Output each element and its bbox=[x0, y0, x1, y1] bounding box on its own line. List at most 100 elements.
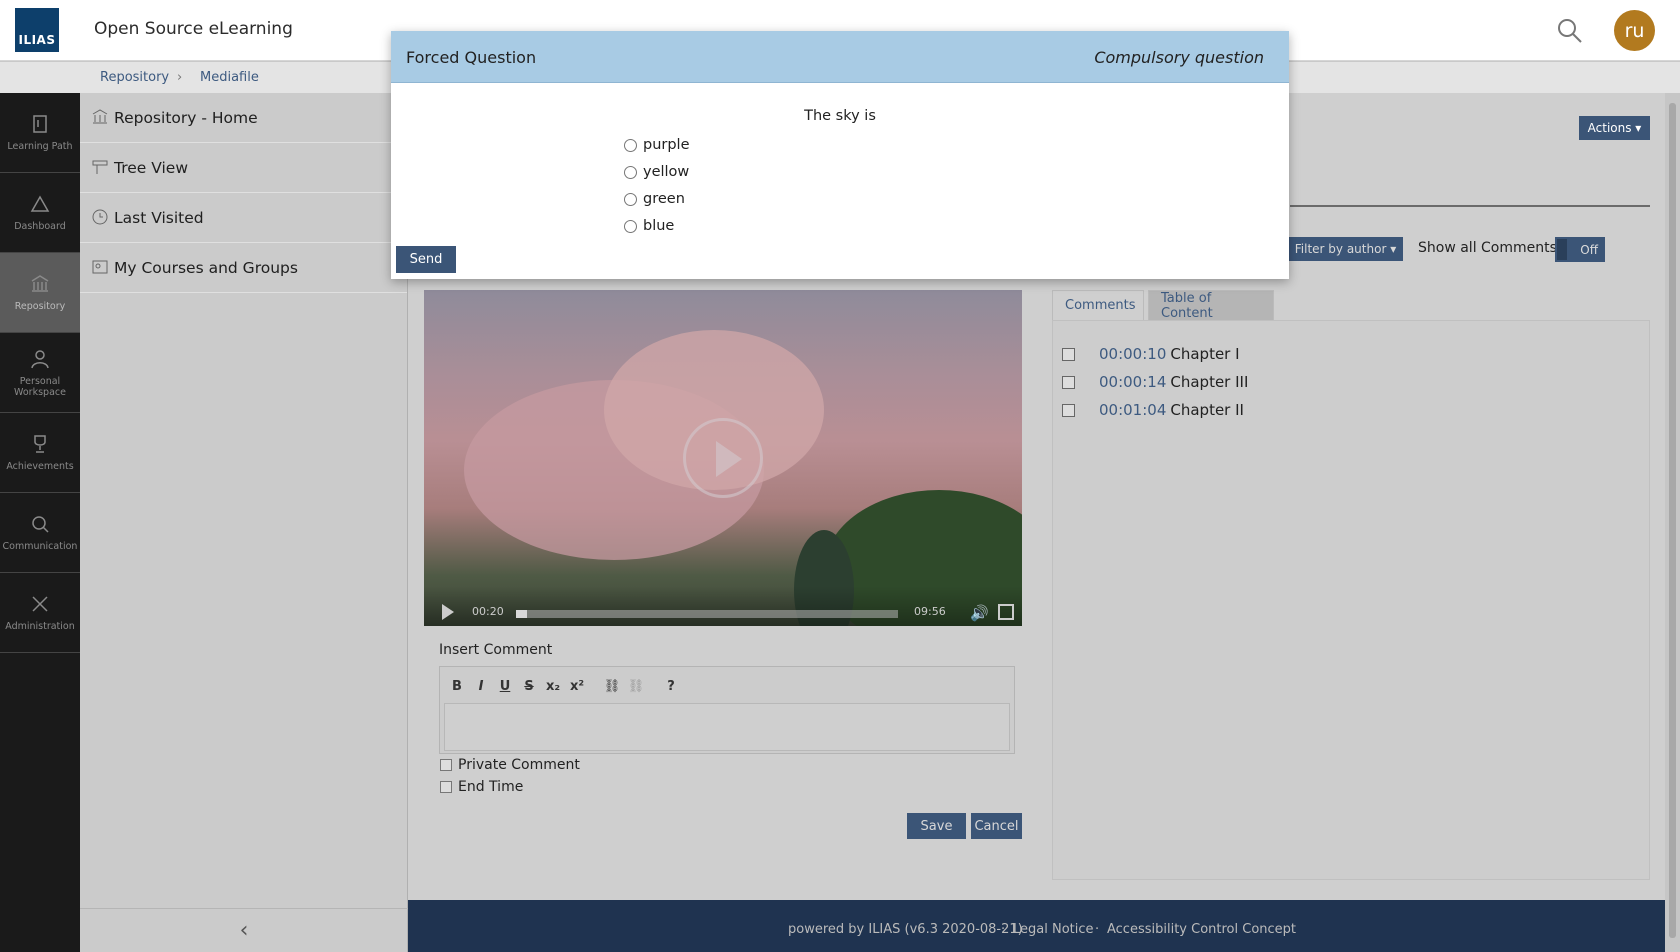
video-progress-bar[interactable] bbox=[516, 610, 898, 618]
dashboard-icon bbox=[30, 195, 50, 212]
footer-separator: · bbox=[1001, 922, 1006, 937]
radio-button[interactable] bbox=[624, 192, 637, 206]
toc-checkbox[interactable] bbox=[1062, 403, 1075, 417]
toc-time[interactable]: 00:00:14 bbox=[1099, 373, 1166, 391]
superscript-button[interactable]: x² bbox=[568, 673, 586, 699]
tab-underline bbox=[1290, 205, 1650, 207]
bold-button[interactable]: B bbox=[448, 673, 466, 699]
legal-notice-link[interactable]: Legal Notice bbox=[1013, 922, 1094, 937]
mainbar-label: Workspace bbox=[14, 386, 66, 398]
tree-icon bbox=[92, 160, 108, 174]
toc-checkbox[interactable] bbox=[1062, 375, 1075, 389]
radio-button[interactable] bbox=[624, 138, 637, 152]
search-icon[interactable] bbox=[1557, 18, 1583, 44]
end-time-checkbox[interactable] bbox=[440, 781, 452, 793]
filter-by-author-button[interactable]: Filter by author ▾ bbox=[1288, 237, 1403, 261]
collapse-slate-button[interactable]: ‹ bbox=[80, 908, 408, 952]
actions-dropdown[interactable]: Actions ▾ bbox=[1579, 116, 1650, 140]
save-button[interactable]: Save bbox=[907, 813, 966, 839]
repository-icon bbox=[92, 109, 108, 124]
duration: 09:56 bbox=[914, 605, 946, 618]
main-bar: Learning Path Dashboard Repository Perso… bbox=[0, 93, 80, 952]
toggle-label: Off bbox=[1580, 242, 1598, 257]
comment-textarea[interactable] bbox=[444, 703, 1010, 751]
tab-table-of-content[interactable]: Table of Content bbox=[1148, 290, 1274, 321]
strikethrough-button[interactable]: S bbox=[520, 673, 538, 699]
answer-label: green bbox=[643, 191, 685, 207]
answer-option-blue[interactable]: blue bbox=[624, 218, 674, 234]
toc-time[interactable]: 00:00:10 bbox=[1099, 345, 1166, 363]
repository-icon bbox=[31, 275, 49, 292]
slate-item-label: Last Visited bbox=[114, 208, 204, 227]
toc-checkbox[interactable] bbox=[1062, 347, 1075, 361]
cancel-button[interactable]: Cancel bbox=[971, 813, 1022, 839]
mainbar-label: Administration bbox=[5, 621, 75, 632]
answer-option-purple[interactable]: purple bbox=[624, 137, 690, 153]
slate-item-last-visited[interactable]: Last Visited › bbox=[80, 193, 407, 243]
mainbar-communication[interactable]: Communication bbox=[0, 493, 80, 573]
radio-button[interactable] bbox=[624, 165, 637, 179]
answer-option-green[interactable]: green bbox=[624, 191, 685, 207]
subscript-button[interactable]: x₂ bbox=[544, 673, 562, 699]
question-text: The sky is bbox=[804, 108, 876, 124]
app-title: Open Source eLearning bbox=[94, 19, 293, 39]
user-avatar[interactable]: ru bbox=[1614, 10, 1655, 51]
mainbar-dashboard[interactable]: Dashboard bbox=[0, 173, 80, 253]
toc-item[interactable]: 00:00:10 Chapter I bbox=[1062, 345, 1240, 363]
toc-title: Chapter I bbox=[1170, 345, 1240, 363]
answer-label: yellow bbox=[643, 164, 690, 180]
slate-item-my-courses[interactable]: My Courses and Groups bbox=[80, 243, 407, 293]
show-all-comments-toggle[interactable]: Off bbox=[1555, 237, 1605, 262]
accessibility-link[interactable]: Accessibility Control Concept bbox=[1107, 922, 1296, 937]
italic-button[interactable]: I bbox=[472, 673, 490, 699]
big-play-icon[interactable] bbox=[683, 418, 763, 498]
help-button[interactable]: ? bbox=[662, 673, 680, 699]
underline-button[interactable]: U bbox=[496, 673, 514, 699]
private-comment-checkbox[interactable] bbox=[440, 759, 452, 771]
repository-slate: Repository - Home Tree View › Last Visit… bbox=[80, 93, 408, 952]
volume-icon[interactable]: 🔊 bbox=[970, 604, 989, 622]
tab-comments[interactable]: Comments bbox=[1052, 290, 1144, 320]
play-icon[interactable] bbox=[442, 604, 454, 620]
modal-subtitle: Compulsory question bbox=[1094, 48, 1264, 67]
send-button[interactable]: Send bbox=[396, 246, 456, 273]
toc-time[interactable]: 00:01:04 bbox=[1099, 401, 1166, 419]
slate-item-tree-view[interactable]: Tree View › bbox=[80, 143, 407, 193]
modal-title: Forced Question bbox=[406, 48, 537, 67]
radio-button[interactable] bbox=[624, 219, 637, 233]
answer-label: blue bbox=[643, 218, 675, 234]
fullscreen-icon[interactable] bbox=[998, 604, 1014, 620]
breadcrumb-mediafile[interactable]: Mediafile bbox=[200, 70, 259, 85]
forced-question-modal: Forced Question Compulsory question The … bbox=[391, 31, 1289, 279]
comment-editor: B I U S x₂ x² ⛓ ⛓ ? bbox=[439, 666, 1015, 754]
private-comment-row[interactable]: Private Comment bbox=[440, 757, 580, 773]
scrollbar-thumb[interactable] bbox=[1669, 103, 1676, 938]
mainbar-administration[interactable]: Administration bbox=[0, 573, 80, 653]
toc-title: Chapter II bbox=[1170, 401, 1244, 419]
private-comment-label: Private Comment bbox=[458, 757, 580, 773]
modal-header: Forced Question Compulsory question bbox=[391, 31, 1289, 83]
footer-separator: · bbox=[1095, 922, 1100, 937]
breadcrumb-repository[interactable]: Repository bbox=[100, 70, 169, 85]
footer: powered by ILIAS (v6.3 2020-08-21) · Leg… bbox=[408, 900, 1665, 952]
clock-icon bbox=[92, 209, 108, 225]
slate-item-repository-home[interactable]: Repository - Home bbox=[80, 93, 407, 143]
mainbar-label: Learning Path bbox=[7, 141, 73, 152]
mainbar-learning-path[interactable]: Learning Path bbox=[0, 93, 80, 173]
unlink-icon[interactable]: ⛓ bbox=[627, 673, 645, 699]
page-scrollbar[interactable] bbox=[1665, 93, 1680, 952]
end-time-label: End Time bbox=[458, 779, 524, 795]
mainbar-personal-workspace[interactable]: Personal Workspace bbox=[0, 333, 80, 413]
mainbar-achievements[interactable]: Achievements bbox=[0, 413, 80, 493]
answer-option-yellow[interactable]: yellow bbox=[624, 164, 689, 180]
toc-item[interactable]: 00:00:14 Chapter III bbox=[1062, 373, 1248, 391]
tools-icon bbox=[32, 596, 48, 612]
mainbar-repository[interactable]: Repository bbox=[0, 253, 80, 333]
video-progress-fill bbox=[516, 610, 528, 618]
learning-path-icon bbox=[33, 115, 47, 133]
link-icon[interactable]: ⛓ bbox=[603, 673, 621, 699]
toc-item[interactable]: 00:01:04 Chapter II bbox=[1062, 401, 1244, 419]
ilias-logo[interactable]: ILIAS bbox=[15, 8, 59, 52]
end-time-row[interactable]: End Time bbox=[440, 779, 523, 795]
video-player[interactable]: 00:20 09:56 🔊 bbox=[424, 290, 1022, 626]
